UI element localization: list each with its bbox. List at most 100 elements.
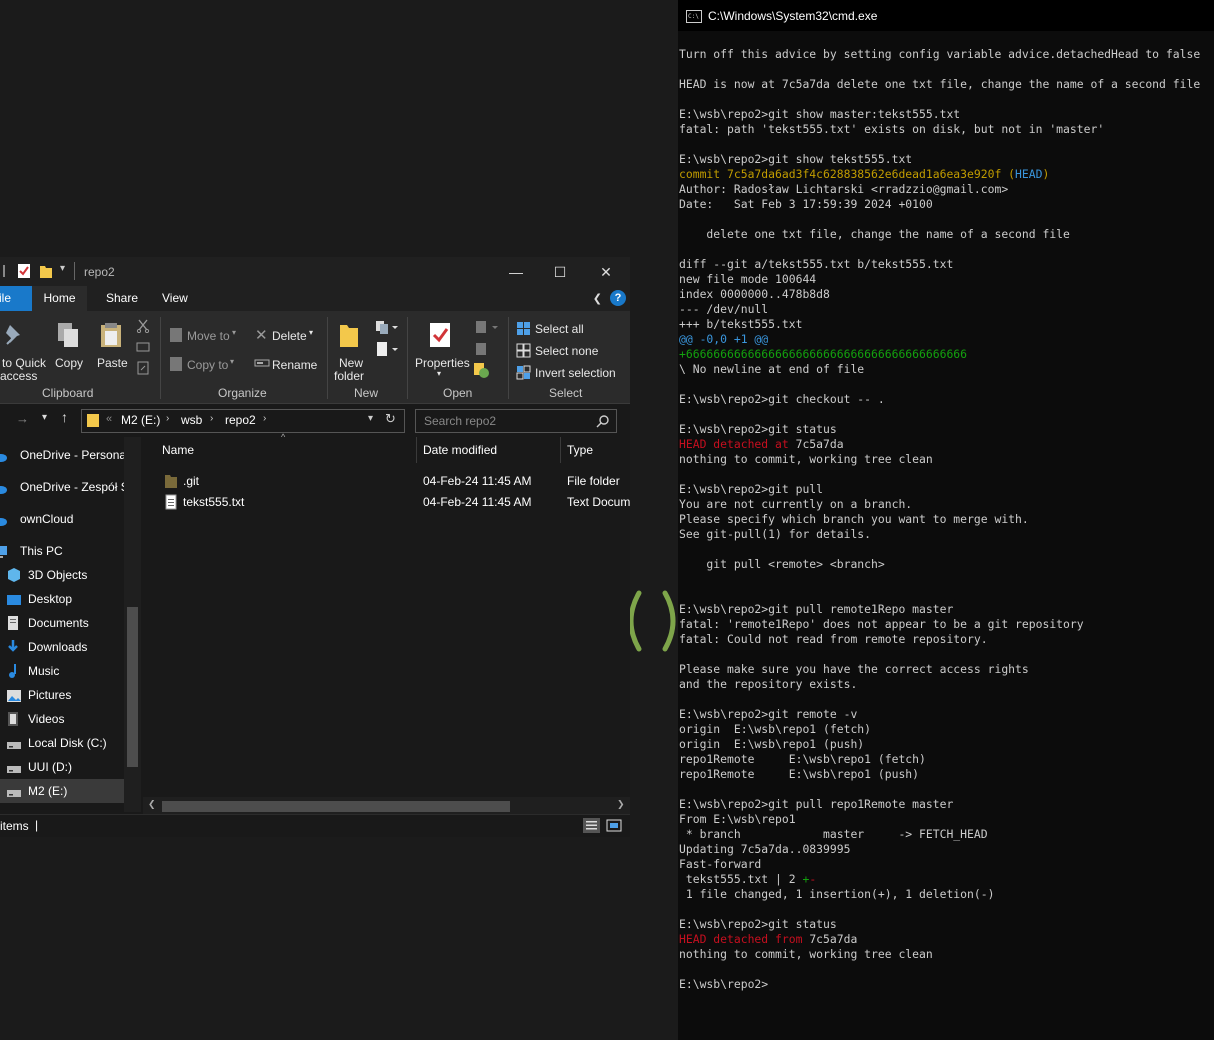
paste-icon — [101, 323, 121, 347]
nav-item[interactable]: Videos — [0, 707, 124, 731]
forward-arrow-icon[interactable]: → — [16, 411, 29, 426]
cmd-titlebar[interactable]: C:\ C:\Windows\System32\cmd.exe — [678, 0, 1214, 31]
console-output[interactable]: Turn off this advice by setting config v… — [679, 47, 1214, 992]
address-overflow[interactable]: « — [106, 413, 112, 425]
maximize-button[interactable]: ☐ — [540, 261, 580, 283]
nav-item[interactable]: Pictures — [0, 683, 124, 707]
download-icon — [6, 639, 22, 655]
console-text: - — [809, 872, 817, 886]
cut-icon[interactable] — [136, 319, 150, 333]
breadcrumb-chevron-icon[interactable]: › — [210, 413, 213, 424]
properties-icon — [430, 323, 450, 347]
properties-quick-icon[interactable] — [17, 263, 31, 279]
column-divider[interactable] — [416, 437, 417, 463]
copy-path-icon[interactable] — [136, 341, 150, 353]
scroll-right-icon[interactable]: ❯ — [617, 799, 625, 810]
console-text: You are not currently on a branch. — [679, 497, 913, 511]
help-icon[interactable]: ? — [610, 290, 626, 306]
large-icons-view-icon[interactable] — [606, 818, 622, 833]
close-button[interactable]: ✕ — [586, 261, 626, 283]
copy-to-label: Copy to — [187, 358, 229, 372]
breadcrumb-chevron-icon[interactable]: › — [166, 413, 169, 424]
easy-access-icon[interactable] — [374, 341, 398, 357]
customize-quick-access-icon[interactable]: ▾ — [60, 263, 65, 274]
address-bar[interactable]: « M2 (E:) › wsb › repo2 › ▾ ↻ — [81, 409, 405, 433]
console-line: Turn off this advice by setting config v… — [679, 47, 1214, 62]
column-divider[interactable] — [560, 437, 561, 463]
file-list[interactable]: ^ Name Date modified Type .git 04-Feb-24 … — [143, 432, 630, 799]
breadcrumb-wsb[interactable]: wsb — [181, 413, 202, 427]
window-title: repo2 — [84, 265, 115, 279]
history-icon[interactable] — [472, 361, 490, 379]
scroll-left-icon[interactable]: ❮ — [148, 799, 156, 810]
search-icon[interactable] — [596, 414, 610, 428]
nav-item[interactable]: UUI (D:) — [0, 755, 124, 779]
console-text: HEAD detached from — [679, 932, 810, 946]
file-row[interactable]: .git 04-Feb-24 11:45 AM File folder — [143, 472, 630, 492]
column-header-name[interactable]: Name — [162, 437, 194, 463]
breadcrumb-drive[interactable]: M2 (E:) — [121, 413, 160, 427]
console-text: commit 7c5a7da6ad3f4c628838562e6dead1a6e… — [679, 167, 1016, 181]
nav-item[interactable]: Downloads — [0, 635, 124, 659]
nav-item[interactable]: Local Disk (C:) — [0, 731, 124, 755]
new-item-icon[interactable] — [374, 319, 398, 335]
tab-share[interactable]: Share — [96, 286, 148, 311]
up-arrow-icon[interactable]: ↑ — [61, 409, 68, 425]
collapse-ribbon-icon[interactable]: ❮ — [593, 292, 602, 305]
refresh-icon[interactable]: ↻ — [385, 411, 396, 427]
nav-item[interactable]: 3D Objects — [0, 563, 124, 587]
tab-file[interactable]: ile — [0, 286, 32, 311]
recent-locations-icon[interactable]: ▾ — [42, 412, 47, 423]
nav-scrollbar[interactable] — [124, 437, 141, 812]
nav-item[interactable]: Music — [0, 659, 124, 683]
console-text: git pull <remote> <branch> — [679, 557, 885, 571]
search-box[interactable]: Search repo2 — [415, 409, 617, 433]
breadcrumb-chevron-icon[interactable]: › — [263, 413, 266, 424]
minimize-button[interactable]: — — [496, 261, 536, 283]
navigation-pane[interactable]: OneDrive - Personal OneDrive - Zespół S ow… — [0, 437, 142, 808]
tab-home[interactable]: Home — [32, 286, 87, 311]
console-text: From E:\wsb\repo1 — [679, 812, 796, 826]
new-folder-quick-icon[interactable] — [39, 263, 53, 279]
console-text: HEAD detached at — [679, 437, 796, 451]
file-explorer-window[interactable]: ▾ repo2 — ☐ ✕ ile Home Share View ❮ ? to… — [0, 257, 630, 837]
console-line: new file mode 100644 — [679, 272, 1214, 287]
console-text: E:\wsb\repo2> — [679, 977, 769, 991]
column-header-type[interactable]: Type — [567, 437, 593, 463]
nav-scrollbar-thumb[interactable] — [127, 607, 138, 767]
console-line: E:\wsb\repo2>git status — [679, 422, 1214, 437]
edit-icon[interactable] — [474, 341, 490, 357]
nav-item[interactable]: M2 (E:) — [0, 779, 124, 803]
nav-item[interactable]: OneDrive - Zespół S — [0, 475, 129, 499]
nav-item-label: ownCloud — [20, 512, 74, 526]
address-dropdown-icon[interactable]: ▾ — [368, 413, 373, 424]
open-icon[interactable] — [474, 319, 500, 335]
explorer-titlebar[interactable]: ▾ repo2 — ☐ ✕ — [0, 257, 630, 286]
tab-view[interactable]: View — [152, 286, 198, 311]
horizontal-scrollbar[interactable]: ❮ ❯ — [143, 797, 630, 814]
console-line: nothing to commit, working tree clean — [679, 947, 1214, 962]
console-line: diff --git a/tekst555.txt b/tekst555.txt — [679, 257, 1214, 272]
console-line: fatal: 'remote1Repo' does not appear to … — [679, 617, 1214, 632]
file-row[interactable]: tekst555.txt 04-Feb-24 11:45 AM Text Docum — [143, 493, 630, 513]
breadcrumb-repo2[interactable]: repo2 — [225, 413, 256, 427]
open-group-label: Open — [443, 386, 473, 400]
nav-item[interactable]: ownCloud — [0, 507, 124, 531]
drive-icon — [6, 783, 22, 799]
command-prompt-window[interactable]: C:\ C:\Windows\System32\cmd.exe Turn off… — [678, 0, 1214, 1040]
details-view-icon[interactable] — [583, 818, 600, 833]
nav-item[interactable]: Desktop — [0, 587, 124, 611]
new-folder-label-line2: folder — [334, 369, 365, 383]
console-line: Updating 7c5a7da..0839995 — [679, 842, 1214, 857]
nav-item[interactable]: This PC — [0, 539, 124, 563]
nav-item[interactable]: Documents — [0, 611, 124, 635]
console-text: E:\wsb\repo2>git pull repo1Remote master — [679, 797, 954, 811]
horizontal-scrollbar-thumb[interactable] — [162, 801, 510, 812]
nav-item[interactable]: OneDrive - Personal — [0, 443, 129, 467]
column-header-date[interactable]: Date modified — [423, 437, 497, 463]
paste-shortcut-icon[interactable] — [136, 361, 150, 375]
ribbon-separator — [327, 317, 328, 399]
console-text: Turn off this advice by setting config v… — [679, 47, 1201, 61]
console-text: Date: Sat Feb 3 17:59:39 2024 +0100 — [679, 197, 933, 211]
